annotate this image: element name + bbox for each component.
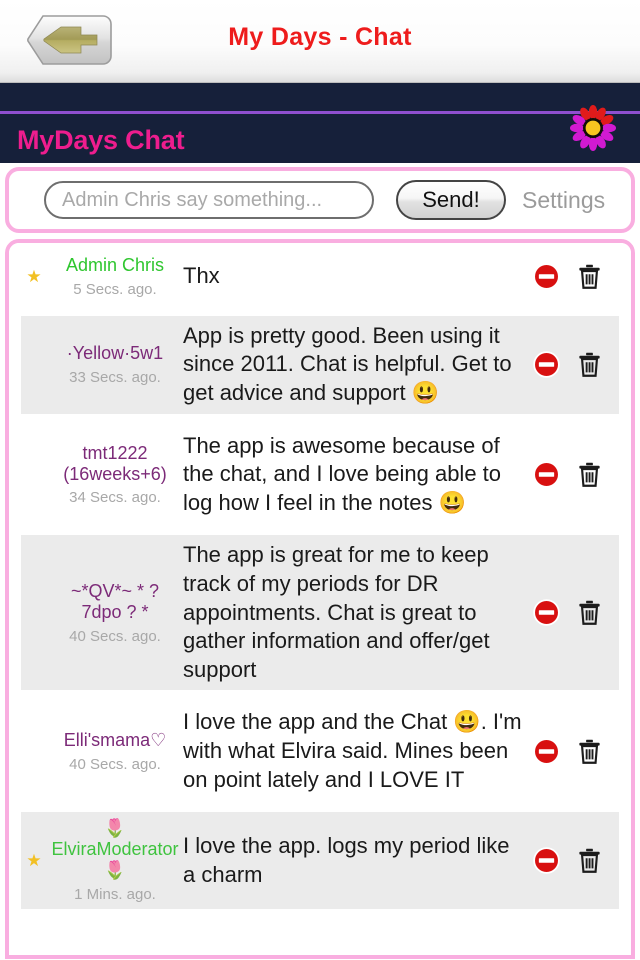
message-username[interactable]: tmt1222 (16weeks+6) xyxy=(49,443,181,485)
message-actions xyxy=(533,599,619,627)
message-actions xyxy=(533,263,619,290)
message-text: App is pretty good. Been using it since … xyxy=(183,322,512,406)
compose-bar: Send! Settings xyxy=(5,167,635,233)
block-icon[interactable] xyxy=(533,599,560,627)
block-icon[interactable] xyxy=(533,263,560,290)
message-actions xyxy=(533,351,619,379)
chat-message-inner: ★ Admin Chris 5 Secs. ago. Thx xyxy=(21,249,619,304)
message-meta: Elli'smama♡ 40 Secs. ago. xyxy=(47,730,183,773)
moderator-star-icon: ★ xyxy=(26,266,42,286)
message-username[interactable]: Elli'smama♡ xyxy=(49,730,181,751)
chat-message-inner: ·Yellow·5w1 33 Secs. ago. App is pretty go… xyxy=(21,315,619,414)
message-timestamp: 40 Secs. ago. xyxy=(69,627,161,645)
message-text: Thx xyxy=(183,263,220,289)
chat-message-row: tmt1222 (16weeks+6) 34 Secs. ago. The app … xyxy=(9,419,631,530)
message-timestamp: 40 Secs. ago. xyxy=(69,755,161,773)
settings-link[interactable]: Settings xyxy=(522,187,605,214)
message-username[interactable]: ~*QV*~ * ? 7dpo ? * xyxy=(49,581,181,623)
trash-icon[interactable] xyxy=(576,263,603,290)
block-icon[interactable] xyxy=(533,738,560,765)
flower-logo-icon xyxy=(570,105,616,151)
message-username[interactable]: Admin Chris xyxy=(49,255,181,276)
message-text: The app is great for me to keep track of… xyxy=(183,542,490,682)
message-meta: ~*QV*~ * ? 7dpo ? * 40 Secs. ago. xyxy=(47,581,183,645)
block-icon[interactable] xyxy=(533,847,560,874)
block-icon[interactable] xyxy=(533,351,560,379)
chat-message-input[interactable] xyxy=(44,181,374,219)
message-timestamp: 34 Secs. ago. xyxy=(69,489,161,507)
brand-header-bar: MyDays Chat xyxy=(0,83,640,163)
message-timestamp: 5 Secs. ago. xyxy=(73,280,157,298)
message-timestamp: 1 Mins. ago. xyxy=(74,885,156,903)
chat-message-row: ★ Admin Chris 5 Secs. ago. Thx xyxy=(9,243,631,310)
page-title: My Days - Chat xyxy=(228,23,412,51)
send-button[interactable]: Send! xyxy=(396,180,506,220)
moderator-star-icon: ★ xyxy=(26,851,42,870)
chat-message-inner: ~*QV*~ * ? 7dpo ? * 40 Secs. ago. The app … xyxy=(21,535,619,691)
message-actions xyxy=(533,738,619,765)
message-actions xyxy=(533,461,619,488)
brand-divider-rule xyxy=(0,111,640,114)
message-username[interactable]: 🌷 ElviraModerator 🌷 xyxy=(49,818,181,881)
chat-message-row: ~*QV*~ * ? 7dpo ? * 40 Secs. ago. The app … xyxy=(9,529,631,697)
chat-message-row: ★ 🌷 ElviraModerator 🌷 1 Mins. ago. I love t… xyxy=(9,806,631,915)
trash-icon[interactable] xyxy=(576,351,603,378)
message-meta: Admin Chris 5 Secs. ago. xyxy=(47,255,183,298)
message-meta: 🌷 ElviraModerator 🌷 1 Mins. ago. xyxy=(47,818,183,903)
top-navigation-bar: My Days - Chat xyxy=(0,0,640,83)
chat-message-inner: Elli'smama♡ 40 Secs. ago. I love the app a… xyxy=(21,702,619,800)
message-meta: tmt1222 (16weeks+6) 34 Secs. ago. xyxy=(47,443,183,507)
message-text: I love the app and the Chat 😃. I'm with … xyxy=(183,709,522,792)
trash-icon[interactable] xyxy=(576,461,603,488)
message-text: The app is awesome because of the chat, … xyxy=(183,432,502,515)
message-timestamp: 33 Secs. ago. xyxy=(69,369,161,387)
trash-icon[interactable] xyxy=(576,847,603,874)
message-meta: ·Yellow·5w1 33 Secs. ago. xyxy=(47,343,183,386)
message-username[interactable]: ·Yellow·5w1 xyxy=(49,343,181,364)
trash-icon[interactable] xyxy=(576,738,603,765)
trash-icon[interactable] xyxy=(576,599,603,626)
chat-message-inner: tmt1222 (16weeks+6) 34 Secs. ago. The app … xyxy=(21,426,619,524)
brand-title: MyDays Chat xyxy=(17,125,185,155)
message-actions xyxy=(533,847,619,874)
chat-message-inner: ★ 🌷 ElviraModerator 🌷 1 Mins. ago. I love t… xyxy=(21,812,619,909)
chat-message-row: Elli'smama♡ 40 Secs. ago. I love the app a… xyxy=(9,696,631,807)
block-icon[interactable] xyxy=(533,461,560,488)
message-text: I love the app. logs my period like a ch… xyxy=(183,832,510,887)
chat-message-row: ·Yellow·5w1 33 Secs. ago. App is pretty go… xyxy=(9,309,631,420)
chat-message-list[interactable]: ★ Admin Chris 5 Secs. ago. Thx ·Yellow·5w1 3… xyxy=(5,239,635,959)
